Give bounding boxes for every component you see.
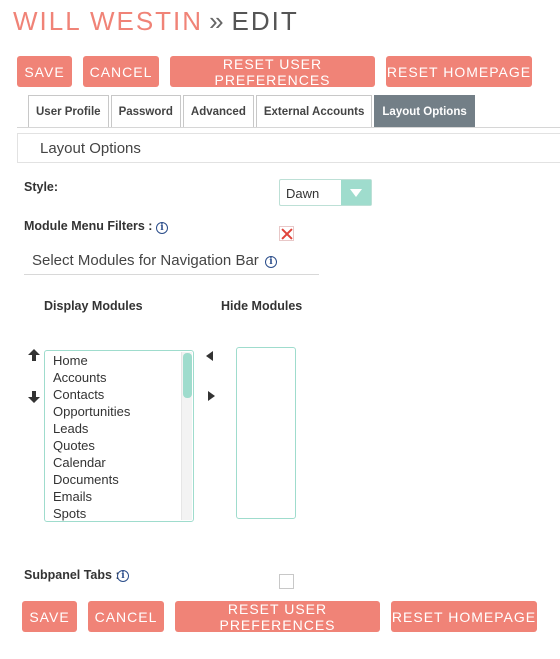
section-title: Layout Options (40, 140, 141, 157)
hide-modules-list[interactable] (236, 347, 296, 519)
list-item[interactable]: Spots (45, 505, 193, 521)
list-item[interactable]: Leads (45, 420, 193, 437)
list-item[interactable]: Quotes (45, 437, 193, 454)
list-item[interactable]: Calendar (45, 454, 193, 471)
tab-password[interactable]: Password (110, 95, 181, 127)
list-item[interactable]: Home (45, 352, 193, 369)
list-scrollbar[interactable] (181, 352, 192, 520)
info-icon[interactable]: i (265, 256, 277, 268)
list-item[interactable]: Contacts (45, 386, 193, 403)
tab-external-accounts[interactable]: External Accounts (255, 95, 373, 127)
style-select[interactable]: Dawn (279, 179, 372, 206)
info-icon[interactable]: i (117, 570, 129, 582)
move-left-icon[interactable] (205, 350, 215, 362)
display-modules-label: Display Modules (44, 299, 143, 313)
style-select-value: Dawn (286, 186, 320, 201)
tab-advanced[interactable]: Advanced (182, 95, 254, 127)
save-button[interactable]: SAVE (17, 56, 72, 87)
chevron-down-icon (341, 180, 371, 205)
tabs-divider (17, 127, 560, 128)
title-separator: » (209, 6, 226, 36)
record-name: WILL WESTIN (13, 6, 204, 36)
scrollbar-thumb[interactable] (183, 353, 192, 398)
cancel-button[interactable]: CANCEL (83, 56, 159, 87)
up-arrow-icon[interactable] (28, 349, 40, 361)
save-button-bottom[interactable]: SAVE (22, 601, 77, 632)
subpanel-tabs-checkbox[interactable] (279, 574, 294, 589)
style-label: Style: (24, 180, 59, 194)
tab-user-profile[interactable]: User Profile (28, 95, 109, 127)
nav-bar-heading: Select Modules for Navigation Bar (32, 252, 259, 269)
cancel-button-bottom[interactable]: CANCEL (88, 601, 164, 632)
module-menu-filters-checkbox[interactable] (279, 226, 294, 241)
down-arrow-icon[interactable] (28, 391, 40, 403)
list-item[interactable]: Documents (45, 471, 193, 488)
move-right-icon[interactable] (206, 390, 216, 402)
list-item[interactable]: Opportunities (45, 403, 193, 420)
module-menu-filters-label: Module Menu Filters : (24, 219, 153, 233)
reset-user-preferences-button-bottom[interactable]: RESET USER PREFERENCES (175, 601, 380, 633)
display-modules-list[interactable]: Home Accounts Contacts Opportunities Lea… (44, 350, 194, 522)
hide-modules-label: Hide Modules (221, 299, 303, 313)
tab-layout-options[interactable]: Layout Options (374, 95, 475, 127)
info-icon[interactable]: i (156, 222, 168, 234)
reset-user-preferences-button[interactable]: RESET USER PREFERENCES (170, 56, 375, 88)
page-title: WILL WESTIN» EDIT (13, 6, 299, 37)
title-action: EDIT (231, 6, 299, 36)
list-item[interactable]: Emails (45, 488, 193, 505)
tab-bar: User Profile Password Advanced External … (28, 95, 477, 127)
nav-bar-divider (24, 274, 319, 275)
list-item[interactable]: Accounts (45, 369, 193, 386)
reset-homepage-button[interactable]: RESET HOMEPAGE (386, 56, 532, 87)
reset-homepage-button-bottom[interactable]: RESET HOMEPAGE (391, 601, 537, 632)
subpanel-tabs-label: Subpanel Tabs : (24, 568, 120, 582)
